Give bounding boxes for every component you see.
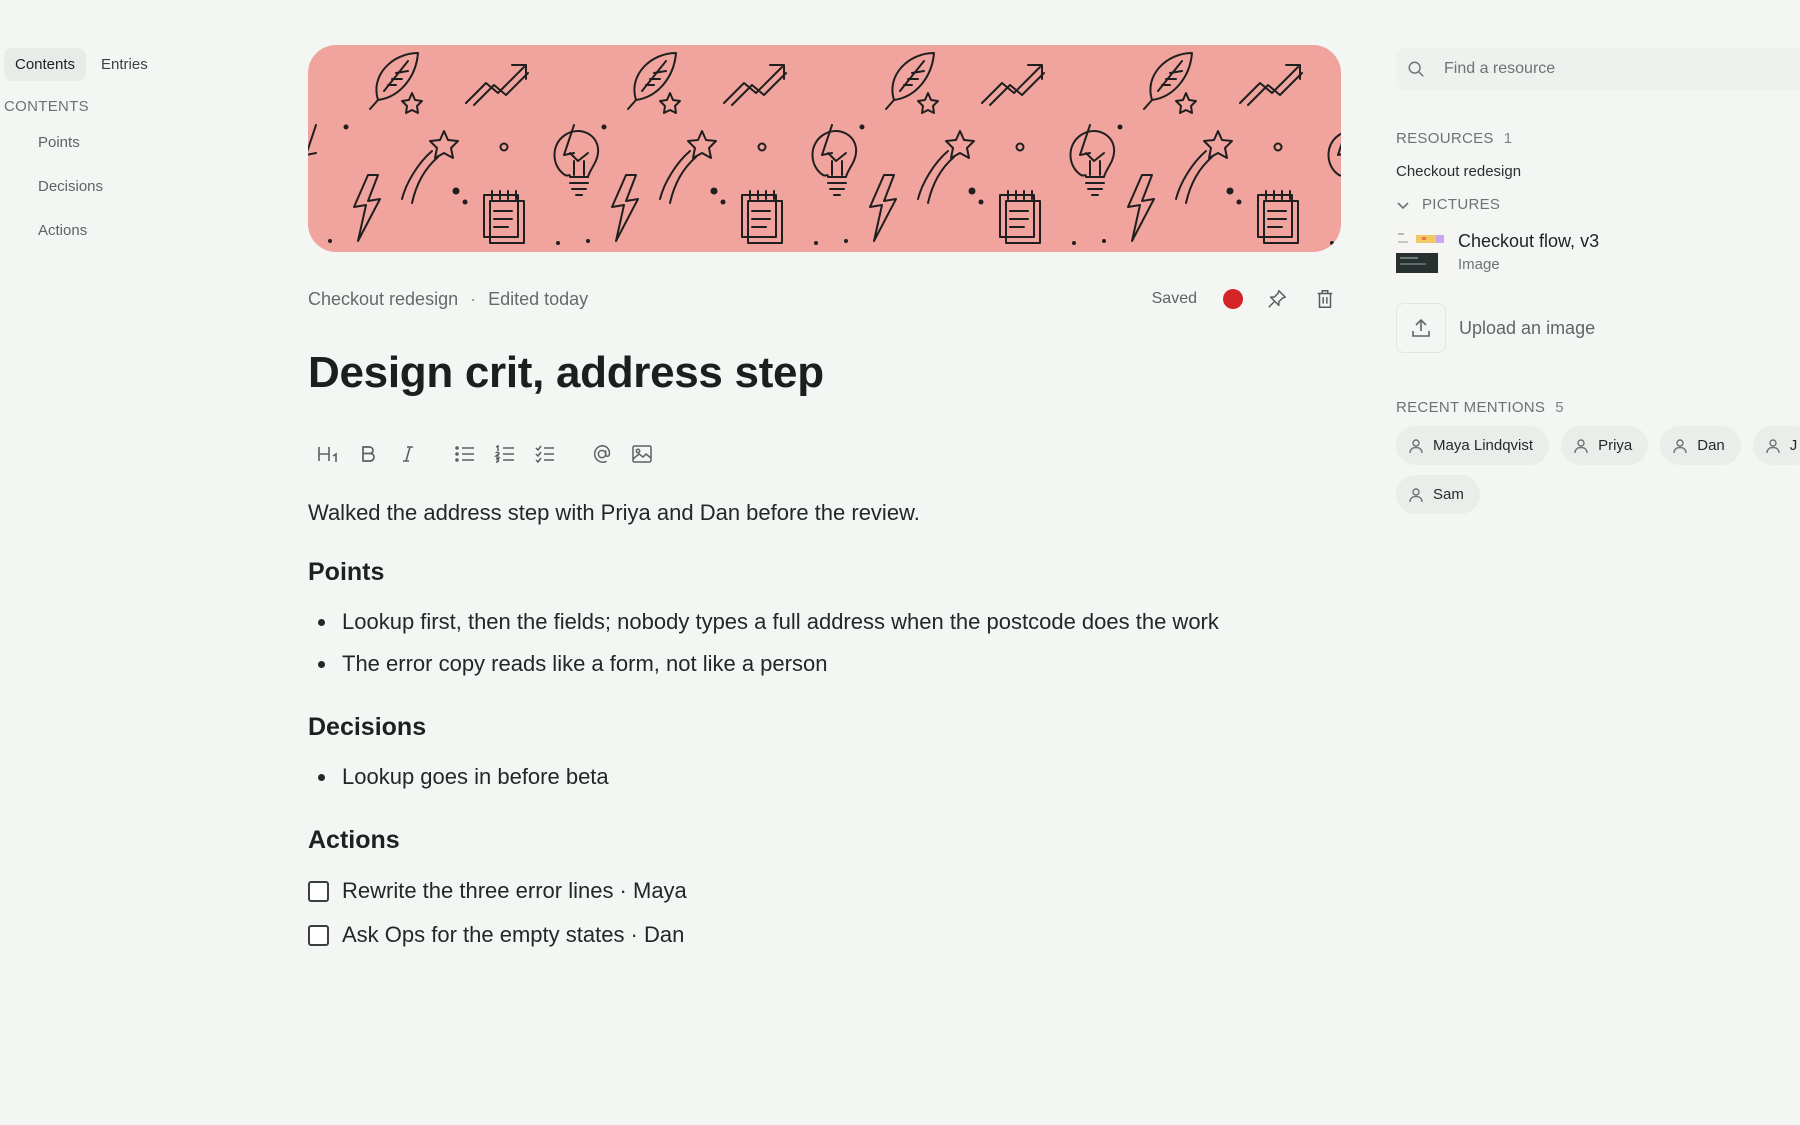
checklist-icon — [535, 445, 554, 464]
mention-chip[interactable]: Priya — [1561, 426, 1649, 465]
doodle-pattern — [308, 52, 1341, 245]
resources-heading-label: RESOURCES — [1396, 130, 1494, 147]
numbered-list-icon — [494, 444, 514, 463]
mention-name: Sam — [1433, 486, 1464, 503]
upload-label: Upload an image — [1459, 317, 1596, 338]
chevron-down-icon — [1396, 198, 1412, 212]
decisions-heading[interactable]: Decisions — [308, 713, 1341, 742]
person-icon — [1409, 487, 1423, 502]
mention-name: Priya — [1598, 437, 1633, 454]
bullet-list-button[interactable] — [445, 434, 485, 474]
record-button[interactable] — [1223, 289, 1243, 309]
resources-count: 1 — [1503, 130, 1513, 147]
points-heading[interactable]: Points — [308, 558, 1341, 587]
mention-icon — [593, 445, 611, 463]
note-meta: Checkout redesign · Edited today Saved — [308, 286, 1341, 312]
tab-contents[interactable]: Contents — [4, 48, 87, 81]
italic-icon — [403, 446, 413, 462]
mention-chip[interactable]: Dan — [1660, 426, 1741, 465]
saved-status: Saved — [1151, 290, 1197, 307]
contents-sidebar: Contents Entries CONTENTS Points Decisio… — [0, 48, 260, 253]
intro-paragraph[interactable]: Walked the address step with Priya and D… — [308, 500, 1341, 526]
numbered-list-button[interactable] — [485, 434, 525, 474]
heading-1-icon — [318, 447, 337, 462]
toc-item-actions[interactable]: Actions — [0, 209, 260, 253]
note-editor: Checkout redesign · Edited today Saved D… — [308, 45, 1341, 957]
heading-1-button[interactable] — [308, 434, 348, 474]
pin-button[interactable] — [1261, 283, 1293, 315]
trash-icon — [1317, 290, 1333, 308]
bold-button[interactable] — [348, 434, 388, 474]
recent-mentions-heading: RECENT MENTIONS 5 — [1396, 399, 1800, 416]
pictures-toggle[interactable]: PICTURES — [1396, 196, 1800, 213]
pictures-heading: PICTURES — [1422, 196, 1501, 213]
mention-button[interactable] — [582, 434, 622, 474]
sidebar-tabs: Contents Entries — [0, 48, 260, 81]
points-list: Lookup first, then the fields; nobody ty… — [308, 601, 1341, 685]
list-item-text[interactable]: The error copy reads like a form, not li… — [342, 651, 827, 677]
delete-button[interactable] — [1309, 283, 1341, 315]
contents-heading: CONTENTS — [4, 98, 89, 115]
resources-heading: RESOURCES 1 — [1396, 130, 1800, 147]
task-text[interactable]: Rewrite the three error lines · Maya — [342, 878, 687, 904]
task-item: Ask Ops for the empty states · Dan — [308, 913, 1341, 957]
person-icon — [1574, 438, 1588, 453]
person-icon — [1766, 438, 1780, 453]
mention-chip[interactable]: J — [1752, 426, 1800, 465]
mention-chip[interactable]: Sam — [1396, 475, 1480, 514]
search-input[interactable] — [1444, 60, 1784, 78]
picture-title: Checkout flow, v3 — [1458, 231, 1600, 251]
task-item: Rewrite the three error lines · Maya — [308, 869, 1341, 913]
list-item: The error copy reads like a form, not li… — [308, 643, 1341, 685]
mentions-heading-label: RECENT MENTIONS — [1396, 399, 1546, 416]
page-title[interactable]: Design crit, address step — [308, 348, 1341, 398]
list-item: Lookup goes in before beta — [308, 756, 1341, 798]
tab-entries[interactable]: Entries — [90, 48, 159, 81]
task-text[interactable]: Ask Ops for the empty states · Dan — [342, 922, 684, 948]
meta-separator: · — [470, 288, 477, 309]
resource-link[interactable]: Checkout redesign — [1396, 163, 1800, 180]
bold-icon — [362, 446, 375, 462]
italic-button[interactable] — [388, 434, 428, 474]
picture-type: Image — [1458, 256, 1500, 273]
bullet-marker — [318, 773, 325, 781]
list-item-text[interactable]: Lookup goes in before beta — [342, 764, 609, 790]
mention-name: J — [1789, 437, 1798, 454]
mention-chip[interactable]: Maya Lindqvist — [1396, 426, 1550, 465]
list-item: Lookup first, then the fields; nobody ty… — [308, 601, 1341, 643]
checklist-button[interactable] — [525, 434, 565, 474]
person-icon — [1673, 438, 1687, 453]
mention-name: Dan — [1697, 437, 1725, 454]
picture-thumbnail — [1396, 227, 1446, 277]
resource-search — [1396, 48, 1800, 90]
bullet-list-icon — [455, 446, 474, 462]
pin-icon — [1268, 290, 1286, 308]
formatting-toolbar — [308, 434, 1341, 474]
search-icon — [1396, 60, 1436, 78]
mention-chips: Maya Lindqvist Priya Dan J Sam — [1396, 426, 1800, 514]
mention-name: Maya Lindqvist — [1433, 437, 1534, 454]
toc-item-decisions[interactable]: Decisions — [0, 165, 260, 209]
mentions-count: 5 — [1555, 399, 1564, 416]
upload-image-button[interactable]: Upload an image — [1396, 303, 1800, 353]
toc-item-points[interactable]: Points — [0, 121, 260, 165]
bullet-marker — [318, 618, 325, 626]
resources-panel: RESOURCES 1 Checkout redesign PICTURES C… — [1396, 48, 1800, 514]
picture-item[interactable]: Checkout flow, v3 Image — [1396, 227, 1800, 277]
edited-status: Edited today — [488, 288, 589, 309]
image-icon — [632, 445, 652, 463]
cover-image[interactable] — [308, 45, 1341, 252]
task-checkbox[interactable] — [308, 924, 329, 946]
list-item-text[interactable]: Lookup first, then the fields; nobody ty… — [342, 609, 1219, 635]
image-button[interactable] — [622, 434, 662, 474]
actions-heading[interactable]: Actions — [308, 826, 1341, 855]
upload-icon — [1396, 303, 1446, 353]
bullet-marker — [318, 660, 325, 668]
breadcrumb[interactable]: Checkout redesign — [308, 289, 458, 310]
actions-list: Rewrite the three error lines · Maya Ask… — [308, 869, 1341, 957]
decisions-list: Lookup goes in before beta — [308, 756, 1341, 798]
task-checkbox[interactable] — [308, 880, 329, 902]
contents-list: Points Decisions Actions — [0, 121, 260, 253]
person-icon — [1409, 438, 1423, 453]
